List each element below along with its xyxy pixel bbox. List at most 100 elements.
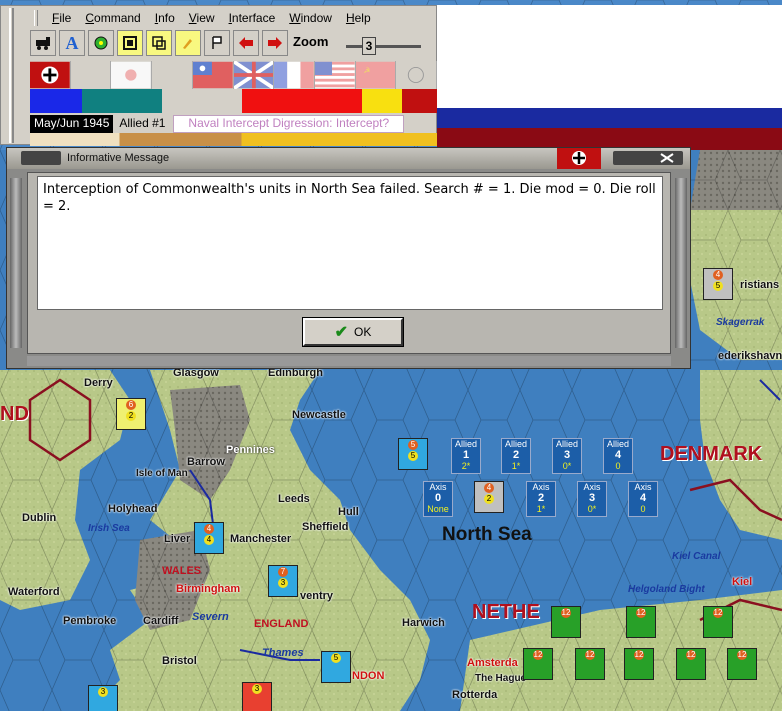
unit-counter[interactable]: 62 [116, 398, 146, 430]
ocean-box-subvalue: 1* [511, 461, 521, 471]
grid-icon[interactable] [117, 30, 143, 56]
flag-japan[interactable] [111, 61, 153, 89]
menu-interface[interactable]: Interface [222, 9, 283, 29]
train-icon[interactable] [30, 30, 56, 56]
city-label-manchester: Manchester [230, 533, 292, 545]
unit-counter[interactable]: 12 [626, 606, 656, 638]
flag-icon[interactable] [204, 30, 230, 56]
ocean-box-number: 3 [588, 492, 596, 504]
unit-counter[interactable]: 3 [88, 685, 118, 711]
unit-counter[interactable]: 55 [398, 438, 428, 470]
city-label-birmingham: Birmingham [176, 583, 241, 595]
close-icon[interactable] [659, 152, 675, 164]
ocean-box-axis-2[interactable]: Axis 2 1* [526, 481, 556, 517]
zoom-slider-track[interactable] [346, 45, 421, 48]
menu-view[interactable]: View [182, 9, 222, 29]
ocean-box-subvalue: 0 [640, 504, 646, 514]
ocean-box-allied-2[interactable]: Allied 2 1* [501, 438, 531, 474]
ocean-box-subvalue: 0* [562, 461, 572, 471]
flag-germany[interactable] [30, 61, 71, 89]
city-label-the-hague: The Hague [475, 673, 527, 684]
city-label-kristiansand: ristians [740, 279, 780, 291]
color-swatch [30, 89, 82, 113]
flag-empty[interactable] [70, 61, 112, 89]
svg-text:☭: ☭ [363, 66, 370, 75]
menu-command[interactable]: Command [78, 9, 147, 29]
side-display: Allied #1 [119, 116, 166, 130]
sea-label-north-sea: North Sea [442, 524, 532, 545]
ocean-box-subvalue: 2* [461, 461, 471, 471]
flag-neutral[interactable] [396, 61, 438, 89]
dialog-titlebar[interactable]: Informative Message [7, 148, 690, 169]
ocean-box-allied-1[interactable]: Allied 1 2* [451, 438, 481, 474]
gear-icon[interactable] [88, 30, 114, 56]
flag-stripe-banner [437, 108, 782, 150]
menu-window[interactable]: Window [282, 9, 339, 29]
menu-info[interactable]: Info [148, 9, 182, 29]
unit-counter[interactable]: 73 [268, 565, 298, 597]
arrow-left-icon[interactable] [233, 30, 259, 56]
menu-file[interactable]: File [45, 9, 78, 29]
zoom-label: Zoom [293, 34, 329, 49]
dialog-left-ornament [21, 151, 61, 165]
ok-button[interactable]: ✔ OK [303, 318, 403, 346]
nation-flags: ☭ [30, 61, 438, 89]
unit-counter[interactable]: 42 [474, 481, 504, 513]
flag-empty-2[interactable] [152, 61, 193, 89]
sea-label-severn: Severn [192, 611, 229, 623]
country-label-ireland: ND [0, 403, 29, 425]
sea-label-skagerrak: Skagerrak [716, 317, 765, 328]
flag-usa[interactable] [314, 61, 356, 89]
ocean-box-axis-0[interactable]: Axis 0 None [423, 481, 453, 517]
unit-counter[interactable]: 5 [321, 651, 351, 683]
nation-colorbar [30, 89, 437, 113]
unit-counter[interactable]: 12 [624, 648, 654, 680]
unit-counter[interactable]: 12 [676, 648, 706, 680]
ocean-box-axis-3[interactable]: Axis 3 0* [577, 481, 607, 517]
checkmark-icon: ✔ [334, 324, 349, 341]
flag-uk[interactable] [233, 61, 275, 89]
region-label-england: ENGLAND [254, 618, 309, 630]
flag-ussr[interactable]: ☭ [355, 61, 397, 89]
unit-counter[interactable]: 44 [194, 522, 224, 554]
city-label-isle-of-man: Isle of Man [136, 468, 188, 479]
flag-germany-icon [557, 148, 601, 169]
tool-buttons: A [30, 30, 288, 56]
font-icon[interactable]: A [59, 30, 85, 56]
city-label-pembroke: Pembroke [63, 615, 117, 627]
flag-china[interactable] [192, 61, 234, 89]
ocean-box-number: 4 [639, 492, 647, 504]
city-label-hull: Hull [338, 506, 359, 518]
unit-counter[interactable]: 12 [703, 606, 733, 638]
ocean-box-allied-4[interactable]: Allied 4 0 [603, 438, 633, 474]
unit-counter[interactable]: 12 [551, 606, 581, 638]
layers-icon[interactable] [146, 30, 172, 56]
toolbar-grip[interactable] [9, 8, 14, 143]
city-label-leeds: Leeds [278, 493, 310, 505]
dialog-bottom-rail [27, 356, 671, 366]
unit-counter[interactable]: 45 [703, 268, 733, 300]
toolbar-window: File Command Info View Interface Window … [0, 5, 438, 146]
sea-label-helgoland-bight: Helgoland Bight [628, 584, 705, 595]
ocean-box-subvalue: 0* [587, 504, 597, 514]
unit-counter[interactable]: 12 [727, 648, 757, 680]
status-bar: May/Jun 1945 Allied #1 Naval Intercept D… [30, 115, 405, 133]
unit-counter[interactable]: 3 [242, 682, 272, 711]
unit-counter[interactable]: 12 [523, 648, 553, 680]
ocean-box-axis-4[interactable]: Axis 4 0 [628, 481, 658, 517]
city-label-waterford: Waterford [8, 586, 60, 598]
city-label-coventry: ventry [300, 590, 334, 602]
arrow-right-icon[interactable] [262, 30, 288, 56]
flag-france[interactable] [274, 61, 315, 89]
unit-counter[interactable]: 12 [575, 648, 605, 680]
message-text[interactable]: Interception of Commonwealth's units in … [37, 176, 663, 310]
ocean-box-subvalue: None [427, 504, 449, 514]
ocean-box-allied-3[interactable]: Allied 3 0* [552, 438, 582, 474]
zoom-slider-knob[interactable]: 3 [362, 37, 376, 55]
city-label-london: NDON [352, 670, 385, 682]
menu-help[interactable]: Help [339, 9, 378, 29]
city-label-holyhead: Holyhead [108, 503, 158, 515]
color-swatch [162, 89, 242, 113]
paint-icon[interactable] [175, 30, 201, 56]
city-label-liverpool: Liver [164, 533, 191, 545]
